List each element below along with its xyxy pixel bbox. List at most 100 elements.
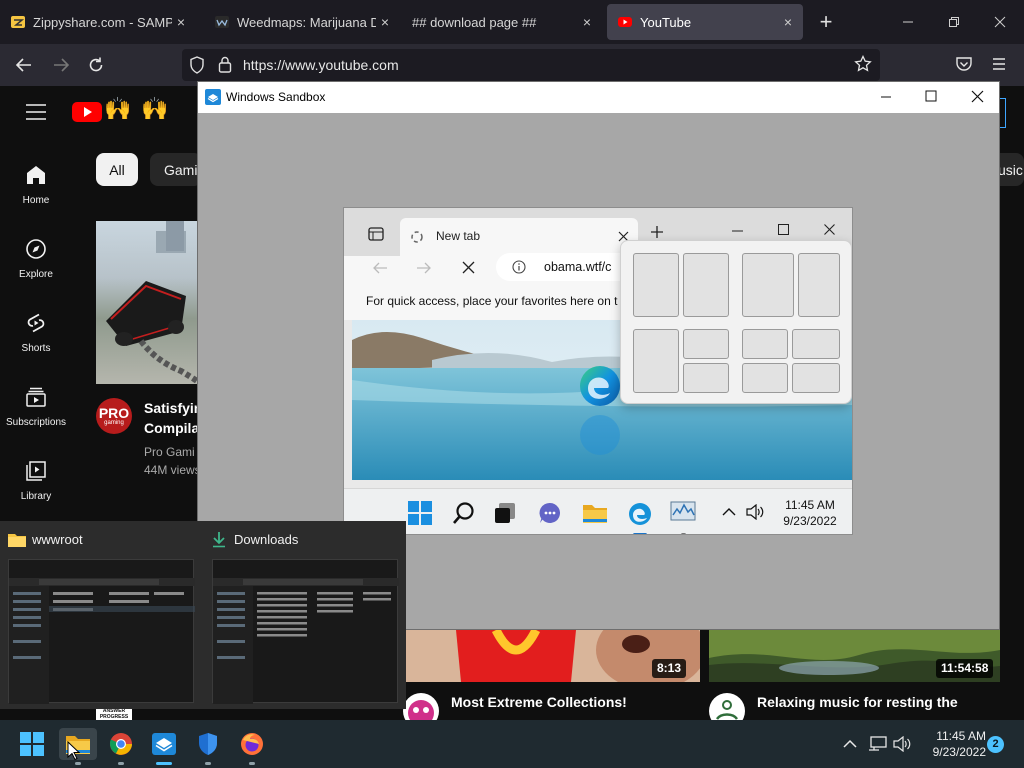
snap-zone[interactable] xyxy=(798,253,840,317)
resource-monitor-icon[interactable] xyxy=(670,501,696,523)
shield-icon[interactable] xyxy=(189,56,205,74)
pocket-icon[interactable] xyxy=(955,55,973,73)
chrome-icon xyxy=(109,733,132,755)
search-icon[interactable] xyxy=(452,501,476,525)
system-clock[interactable]: 11:45 AM 9/23/2022 xyxy=(920,728,986,760)
preview-title: wwwroot xyxy=(32,532,83,547)
info-icon[interactable] xyxy=(512,260,526,274)
chrome-taskbar-button[interactable] xyxy=(105,728,137,760)
restore-button[interactable] xyxy=(932,0,976,44)
close-icon[interactable] xyxy=(971,90,984,103)
tab-weedmaps[interactable]: Weedmaps: Marijuana Disp × xyxy=(204,4,400,40)
new-tab-button[interactable]: + xyxy=(813,8,839,36)
url-text[interactable]: https://www.youtube.com xyxy=(243,57,399,73)
firefox-taskbar-button[interactable] xyxy=(236,728,268,760)
security-taskbar-button[interactable] xyxy=(192,728,224,760)
snap-zone[interactable] xyxy=(792,363,840,393)
chip-all[interactable]: All xyxy=(96,153,138,186)
snap-zone[interactable] xyxy=(742,253,794,317)
avatar[interactable] xyxy=(709,693,745,720)
tab-download-page[interactable]: ## download page ## × xyxy=(402,4,602,40)
tab-zippyshare[interactable]: Zippyshare.com - SAMPFU × xyxy=(0,4,196,40)
snap-zone[interactable] xyxy=(742,329,788,359)
tab-close-icon[interactable]: × xyxy=(376,14,394,30)
tab-close-icon[interactable]: × xyxy=(779,14,797,30)
snap-zone[interactable] xyxy=(683,363,729,393)
restore-icon xyxy=(949,17,959,27)
edge-logo-reflection-icon xyxy=(580,415,620,455)
preview-card-downloads[interactable]: Downloads xyxy=(204,521,404,709)
minimize-icon[interactable] xyxy=(732,229,743,233)
channel-name[interactable]: Pro Gami xyxy=(144,443,201,461)
snap-zone[interactable] xyxy=(683,329,729,359)
windows-start-icon[interactable] xyxy=(408,501,432,525)
hands-emoji-icon: 🙌 xyxy=(141,96,169,121)
sidebar-item-shorts[interactable]: Shorts xyxy=(0,298,72,372)
close-window-button[interactable] xyxy=(978,0,1022,44)
snap-zone[interactable] xyxy=(683,253,729,317)
maximize-icon[interactable] xyxy=(778,224,789,235)
sandbox-title-bar[interactable]: Windows Sandbox xyxy=(198,82,999,113)
teams-chat-icon[interactable] xyxy=(538,501,562,525)
back-arrow-icon[interactable] xyxy=(372,261,388,275)
task-view-icon[interactable] xyxy=(494,502,516,524)
compass-icon xyxy=(26,239,46,259)
menu-icon[interactable] xyxy=(991,56,1007,72)
snap-zone[interactable] xyxy=(792,329,840,359)
sidebar-item-library[interactable]: Library xyxy=(0,446,72,520)
snap-layouts-flyout xyxy=(620,240,852,404)
youtube-logo-icon[interactable] xyxy=(72,100,102,124)
volume-icon[interactable] xyxy=(746,504,764,520)
video-title[interactable]: Satisfyin Compila xyxy=(144,398,202,438)
preview-card-wwwroot[interactable]: wwwroot xyxy=(0,521,200,709)
snap-zone[interactable] xyxy=(633,329,679,393)
stop-loading-icon[interactable] xyxy=(462,261,475,274)
volume-icon[interactable] xyxy=(893,736,911,752)
back-button[interactable] xyxy=(9,50,39,80)
tab-close-icon[interactable]: × xyxy=(578,14,596,30)
avatar[interactable] xyxy=(403,693,439,720)
new-tab-icon[interactable] xyxy=(650,225,664,239)
sidebar-item-home[interactable]: Home xyxy=(0,150,72,224)
sandbox-clock[interactable]: 11:45 AM 9/23/2022 xyxy=(776,497,844,529)
video-title[interactable]: Most Extreme Collections! xyxy=(451,694,627,710)
windows-start-icon xyxy=(20,732,44,756)
explorer-window-thumbnail xyxy=(8,559,195,704)
avatar[interactable]: PRO gaming xyxy=(96,398,132,434)
sandbox-taskbar-button[interactable] xyxy=(148,728,180,760)
notification-badge[interactable]: 2 xyxy=(987,736,1004,753)
hamburger-menu-icon[interactable] xyxy=(25,102,47,122)
chevron-up-icon[interactable] xyxy=(722,507,736,517)
maximize-icon[interactable] xyxy=(925,90,937,102)
snap-zone[interactable] xyxy=(633,253,679,317)
sidebar-item-explore[interactable]: Explore xyxy=(0,224,72,298)
tab-close-icon[interactable]: × xyxy=(172,14,190,30)
lock-icon xyxy=(218,56,232,73)
close-icon[interactable] xyxy=(824,224,835,235)
minimize-button[interactable] xyxy=(886,0,930,44)
edge-address-bar[interactable]: obama.wtf/c xyxy=(496,253,622,281)
tab-actions-icon[interactable] xyxy=(368,226,384,242)
network-icon[interactable] xyxy=(868,736,888,752)
clock-time: 11:45 AM xyxy=(785,498,835,512)
chip-gaming[interactable]: Gami xyxy=(150,153,202,186)
forward-button[interactable] xyxy=(46,50,76,80)
file-explorer-icon[interactable] xyxy=(582,501,608,525)
forward-arrow-icon[interactable] xyxy=(416,261,432,275)
video-thumbnail[interactable] xyxy=(96,221,197,384)
video-title[interactable]: Relaxing music for resting the xyxy=(757,694,958,710)
reload-button[interactable] xyxy=(81,50,111,80)
edge-taskbar-icon[interactable] xyxy=(627,501,653,527)
sidebar-item-subscriptions[interactable]: Subscriptions xyxy=(0,372,72,446)
snap-zone[interactable] xyxy=(742,363,788,393)
bookmark-star-icon[interactable] xyxy=(854,55,872,73)
firefox-icon xyxy=(241,733,263,755)
edge-tab-new-tab[interactable]: New tab xyxy=(400,218,638,256)
edge-url[interactable]: obama.wtf/c xyxy=(544,260,611,274)
start-button[interactable] xyxy=(16,728,48,760)
tab-youtube[interactable]: YouTube × xyxy=(607,4,803,40)
shield-icon xyxy=(199,733,217,755)
clock-date: 9/23/2022 xyxy=(932,745,986,759)
chevron-up-icon[interactable] xyxy=(843,739,857,749)
minimize-icon[interactable] xyxy=(880,91,892,103)
